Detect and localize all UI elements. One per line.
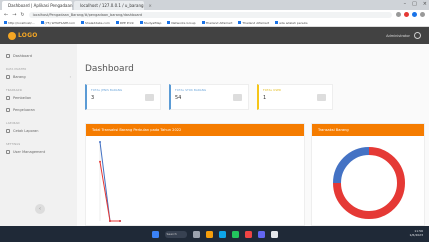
users-icon [6,150,10,154]
bookmarks-bar: http://localhost/... (75) WHATSAPP.com S… [0,19,429,27]
taskview-icon[interactable] [192,230,200,238]
sidebar-section-settings: SETTINGS [6,143,21,146]
sidebar-section-data-master: DATA MASTER [6,68,27,71]
main-content: Dashboard TOTAL JENIS BARANG 3 TOTAL STO… [77,44,429,226]
panel-title: Transaksi Barang [312,124,424,136]
sidebar-item-dashboard[interactable]: Dashboard [6,50,71,62]
start-icon[interactable] [151,230,159,238]
print-icon [6,129,10,133]
logo-mark [8,31,16,40]
sidebar-item-user-management[interactable]: User Management [6,146,71,158]
export-icon [6,108,10,112]
profile-icon[interactable] [420,12,425,17]
username: Administrator [386,33,410,38]
forward-icon[interactable]: → [12,12,16,18]
reload-icon[interactable]: ↻ [20,12,24,18]
browser-tab-bar: Dashboard | Aplikasi Pengadaan × localho… [0,0,429,10]
browser-tab-phpmyadmin[interactable]: localhost / 127.0.0.1 / u_barang × [74,1,152,10]
sidebar-section-laporan: LAPORAN [6,122,20,125]
data-point [109,220,111,222]
line-chart [99,141,121,222]
bookmark-item[interactable]: http://localhost/... [4,21,35,25]
panel-transaksi-barang: Transaksi Barang [311,123,425,226]
box-icon [6,75,10,79]
sidebar-item-barang[interactable]: Barang › [6,71,71,83]
chrome-icon[interactable] [231,230,239,238]
extension-icons [396,12,425,17]
app-icon[interactable] [270,230,278,238]
bookmark-item[interactable]: Shaladdabs.com [81,21,110,25]
maximize-icon[interactable]: □ [412,1,417,7]
sidebar-collapse-button[interactable]: ‹ [35,204,45,214]
os-taskbar: Search 11:56 1/6/2023 [0,226,429,242]
bookmark-item[interactable]: Thailand Alfamart [202,21,233,25]
user-avatar-icon [414,32,421,39]
bookmark-item[interactable]: (75) WHATSAPP.com [41,21,76,25]
extension-icon[interactable] [396,12,401,17]
bookmark-item[interactable]: Networks Group [167,21,195,25]
bookmark-item[interactable]: StudyalMap [140,21,162,25]
url-input[interactable]: localhost/Pengadaan_Barang/#/pengadaan_b… [28,11,392,18]
close-tab-icon[interactable]: × [149,3,152,8]
file-explorer-icon[interactable] [205,230,213,238]
donut-chart [333,147,405,219]
panel-title: Total Transaksi Barang Perbulan pada Tah… [86,124,304,136]
panel-transaksi-perbulan: Total Transaksi Barang Perbulan pada Tah… [85,123,305,226]
app-icon[interactable] [257,230,265,238]
donut-slice [333,147,370,184]
sidebar-item-pembelian[interactable]: Pembelian [6,92,71,104]
app-logo[interactable]: LOGO [8,31,38,40]
sidebar-item-pengeluaran[interactable]: Pengeluaran [6,104,71,116]
window-controls: – □ × [404,1,427,7]
card-total-stok-barang: TOTAL STOK BARANG 54 [169,84,249,110]
address-bar: ← → ↻ localhost/Pengadaan_Barang/#/penga… [0,10,429,19]
close-window-icon[interactable]: × [423,1,427,7]
data-point [99,141,101,143]
app-icon[interactable] [244,230,252,238]
taskbar-search[interactable]: Search [164,230,187,238]
clipboard-icon [233,94,242,101]
user-menu[interactable]: Administrator [386,32,421,39]
add-user-icon [317,94,326,101]
bookmark-item[interactable]: Thailand Alfamart [238,21,269,25]
browser-tab-dashboard[interactable]: Dashboard | Aplikasi Pengadaan × [2,1,81,10]
chevron-right-icon: › [69,75,71,79]
data-point [99,160,101,163]
series-line [99,161,120,222]
edge-icon[interactable] [218,230,226,238]
bookmark-item[interactable]: DPE Print [116,21,134,25]
system-tray[interactable]: 11:56 1/6/2023 [410,229,423,237]
sidebar-item-cetak-laporan[interactable]: Cetak Laporan [6,125,71,137]
card-total-jenis-barang: TOTAL JENIS BARANG 3 [85,84,161,110]
dashboard-icon [6,54,10,58]
back-icon[interactable]: ← [4,12,8,18]
extension-icon[interactable] [404,12,409,17]
page-title: Dashboard [85,64,134,74]
sidebar-section-transaksi: TRANSAKSI [6,89,23,92]
cart-icon [6,96,10,100]
bookmark-item[interactable]: ada adalah penulis [275,21,307,25]
card-total-user: TOTAL USER 1 [257,84,333,110]
app-header: LOGO Administrator [0,27,429,44]
minimize-icon[interactable]: – [404,1,407,7]
extension-icon[interactable] [412,12,417,17]
folder-icon [145,94,154,101]
data-point [119,220,121,222]
sidebar: Dashboard DATA MASTER Barang › TRANSAKSI… [0,44,77,226]
